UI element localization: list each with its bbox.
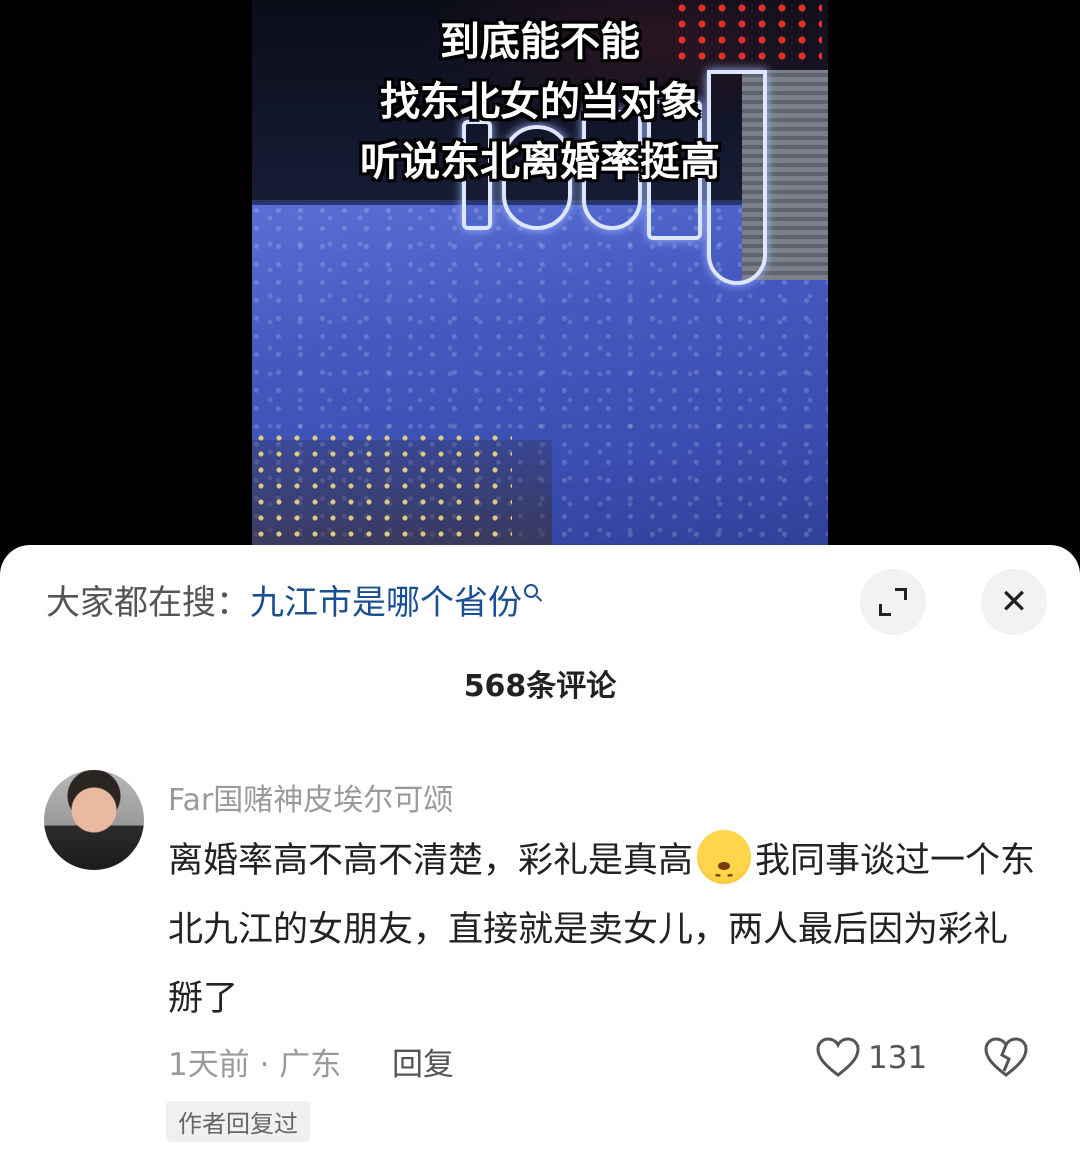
comment-text-part-1: 离婚率高不高不清楚，彩礼是真高 <box>168 841 694 881</box>
comment-username[interactable]: Far国赌神皮埃尔可颂 <box>168 775 453 819</box>
reply-button[interactable]: 回复 <box>392 1039 454 1084</box>
caption-line-1: 到底能不能 <box>440 19 640 65</box>
like-button[interactable]: 131 <box>816 1037 927 1079</box>
trending-search-term[interactable]: 九江市是哪个省份 <box>250 583 522 623</box>
caption-line-3: 听说东北离婚率挺高 <box>360 139 720 185</box>
trending-search[interactable]: 大家都在搜：九江市是哪个省份 <box>46 577 538 629</box>
heart-icon <box>816 1037 860 1077</box>
video-player[interactable]: 到底能不能 找东北女的当对象 听说东北离婚率挺高 <box>0 0 1080 560</box>
avatar[interactable] <box>44 770 144 870</box>
comment-meta: 1天前 · 广东 <box>168 1047 342 1083</box>
expand-icon <box>879 588 907 616</box>
comment-sheet: 大家都在搜：九江市是哪个省份 ✕ 568条评论 Far国赌神皮埃尔可颂 离婚率高… <box>0 545 1080 1154</box>
dislike-button[interactable] <box>984 1037 1028 1083</box>
smirk-emoji-icon <box>697 830 752 909</box>
like-count: 131 <box>868 1040 928 1076</box>
expand-button[interactable] <box>860 569 926 635</box>
close-icon: ✕ <box>999 582 1029 622</box>
broken-heart-icon <box>984 1037 1028 1077</box>
search-icon <box>524 584 538 598</box>
fairy-lights <box>252 430 512 560</box>
trending-search-label: 大家都在搜： <box>46 583 250 623</box>
author-replied-badge: 作者回复过 <box>166 1101 310 1142</box>
comment-text: 离婚率高不高不清楚，彩礼是真高我同事谈过一个东北九江的女朋友，直接就是卖女儿，两… <box>168 827 1038 1034</box>
comment-count: 568条评论 <box>463 669 617 704</box>
close-button[interactable]: ✕ <box>981 569 1047 635</box>
video-caption: 到底能不能 找东北女的当对象 听说东北离婚率挺高 <box>252 12 828 192</box>
caption-line-2: 找东北女的当对象 <box>380 79 700 125</box>
